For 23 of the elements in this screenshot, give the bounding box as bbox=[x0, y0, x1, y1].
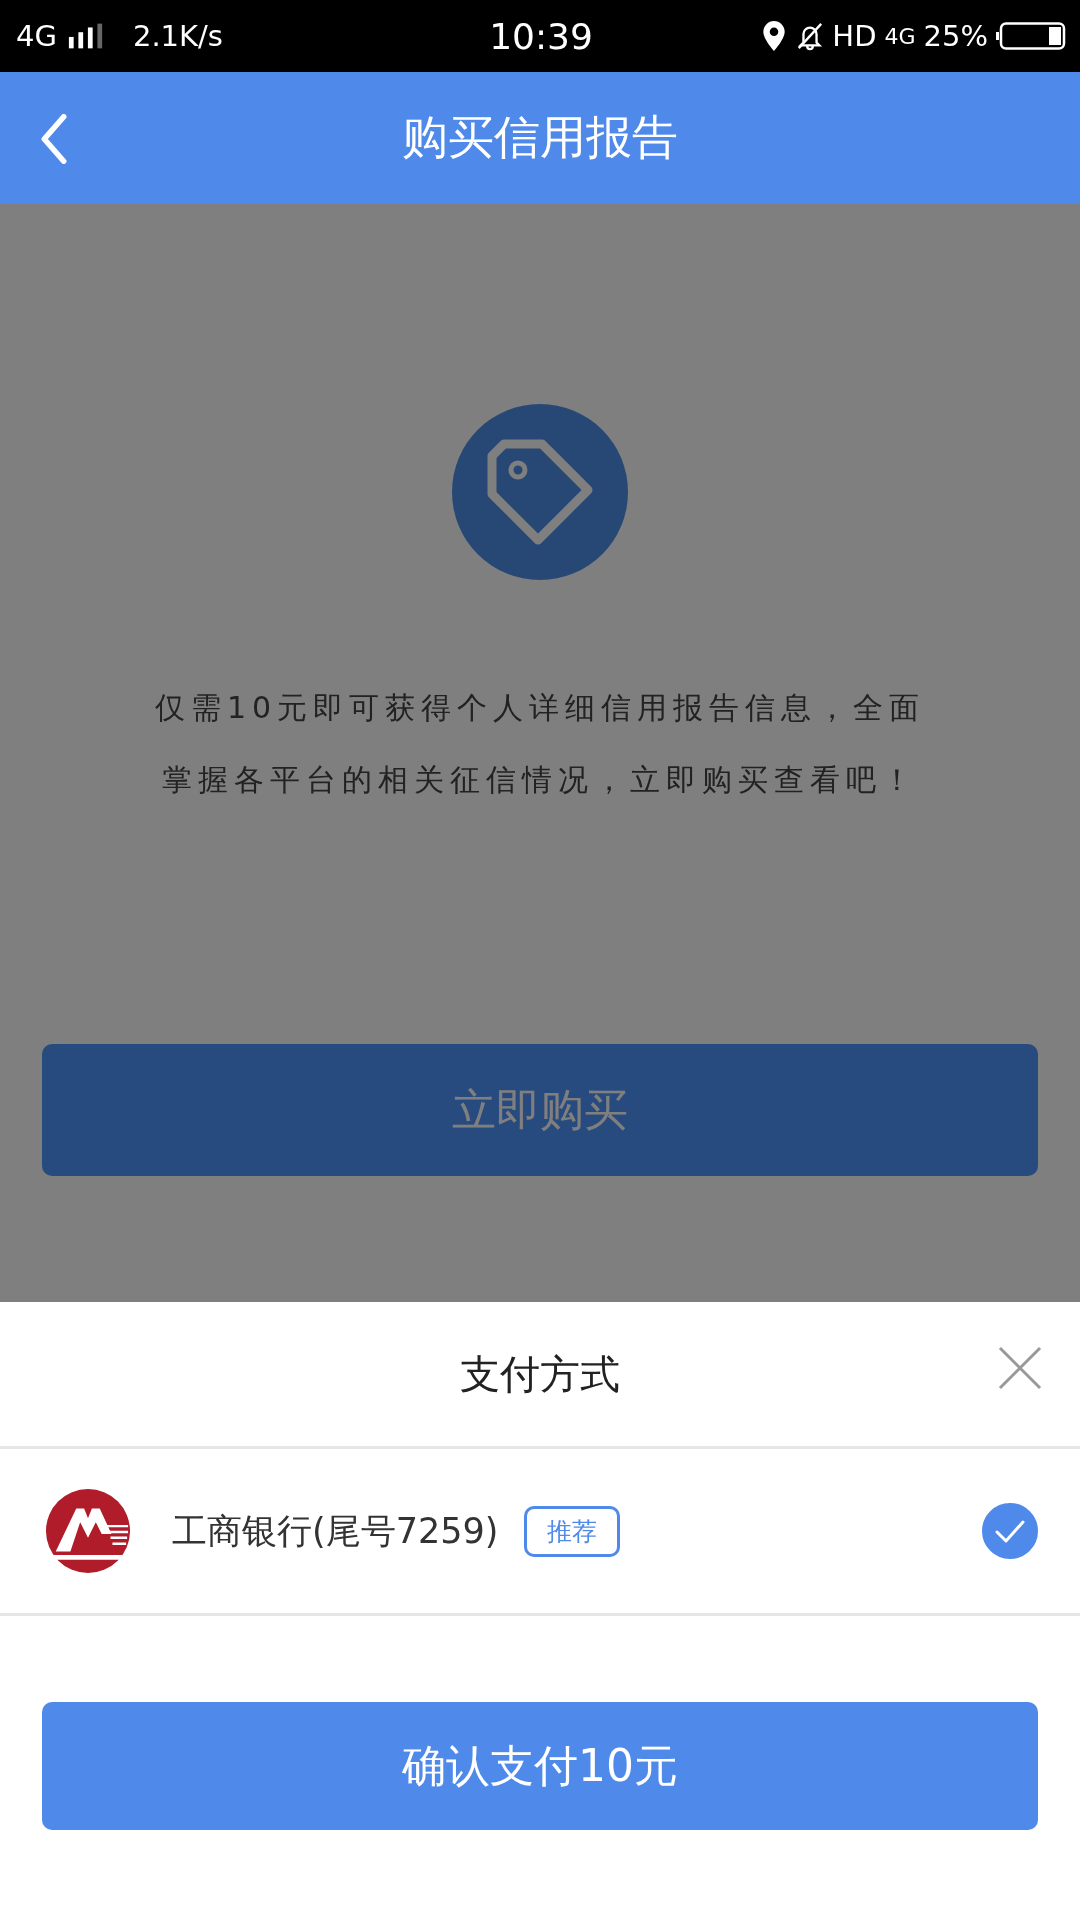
price-tag-icon bbox=[452, 404, 628, 580]
network-type: 4G bbox=[16, 19, 57, 53]
description-text: 仅需10元即可获得个人详细信用报告信息，全面掌握各平台的相关征信情况，立即购买查看吧！ bbox=[153, 689, 927, 799]
bank-logo-icon bbox=[44, 1487, 132, 1575]
network-type: 4G bbox=[884, 23, 916, 49]
close-button[interactable] bbox=[998, 1346, 1042, 1390]
buy-button[interactable]: 立即购买 bbox=[42, 1044, 1038, 1176]
battery-icon bbox=[996, 22, 1066, 50]
muted-bell-icon bbox=[796, 20, 825, 52]
clock: 10:39 bbox=[489, 15, 593, 57]
confirm-payment-button[interactable]: 确认支付10元 bbox=[42, 1702, 1038, 1830]
sheet-title: 支付方式 bbox=[460, 1349, 620, 1399]
checked-icon[interactable] bbox=[982, 1503, 1038, 1559]
recommended-tag: 推荐 bbox=[524, 1505, 621, 1557]
page-title: 购买信用报告 bbox=[402, 109, 678, 166]
network-speed: 2.1K/s bbox=[132, 19, 223, 53]
signal-icon bbox=[66, 23, 105, 49]
payment-method-row[interactable]: 工商银行(尾号7259) 推荐 bbox=[0, 1449, 1080, 1616]
battery-percent: 25% bbox=[923, 19, 988, 53]
hd-indicator: HD bbox=[832, 19, 877, 53]
bank-card-name: 工商银行(尾号7259) bbox=[172, 1509, 499, 1553]
back-icon bbox=[40, 114, 68, 164]
close-icon bbox=[998, 1346, 1042, 1390]
